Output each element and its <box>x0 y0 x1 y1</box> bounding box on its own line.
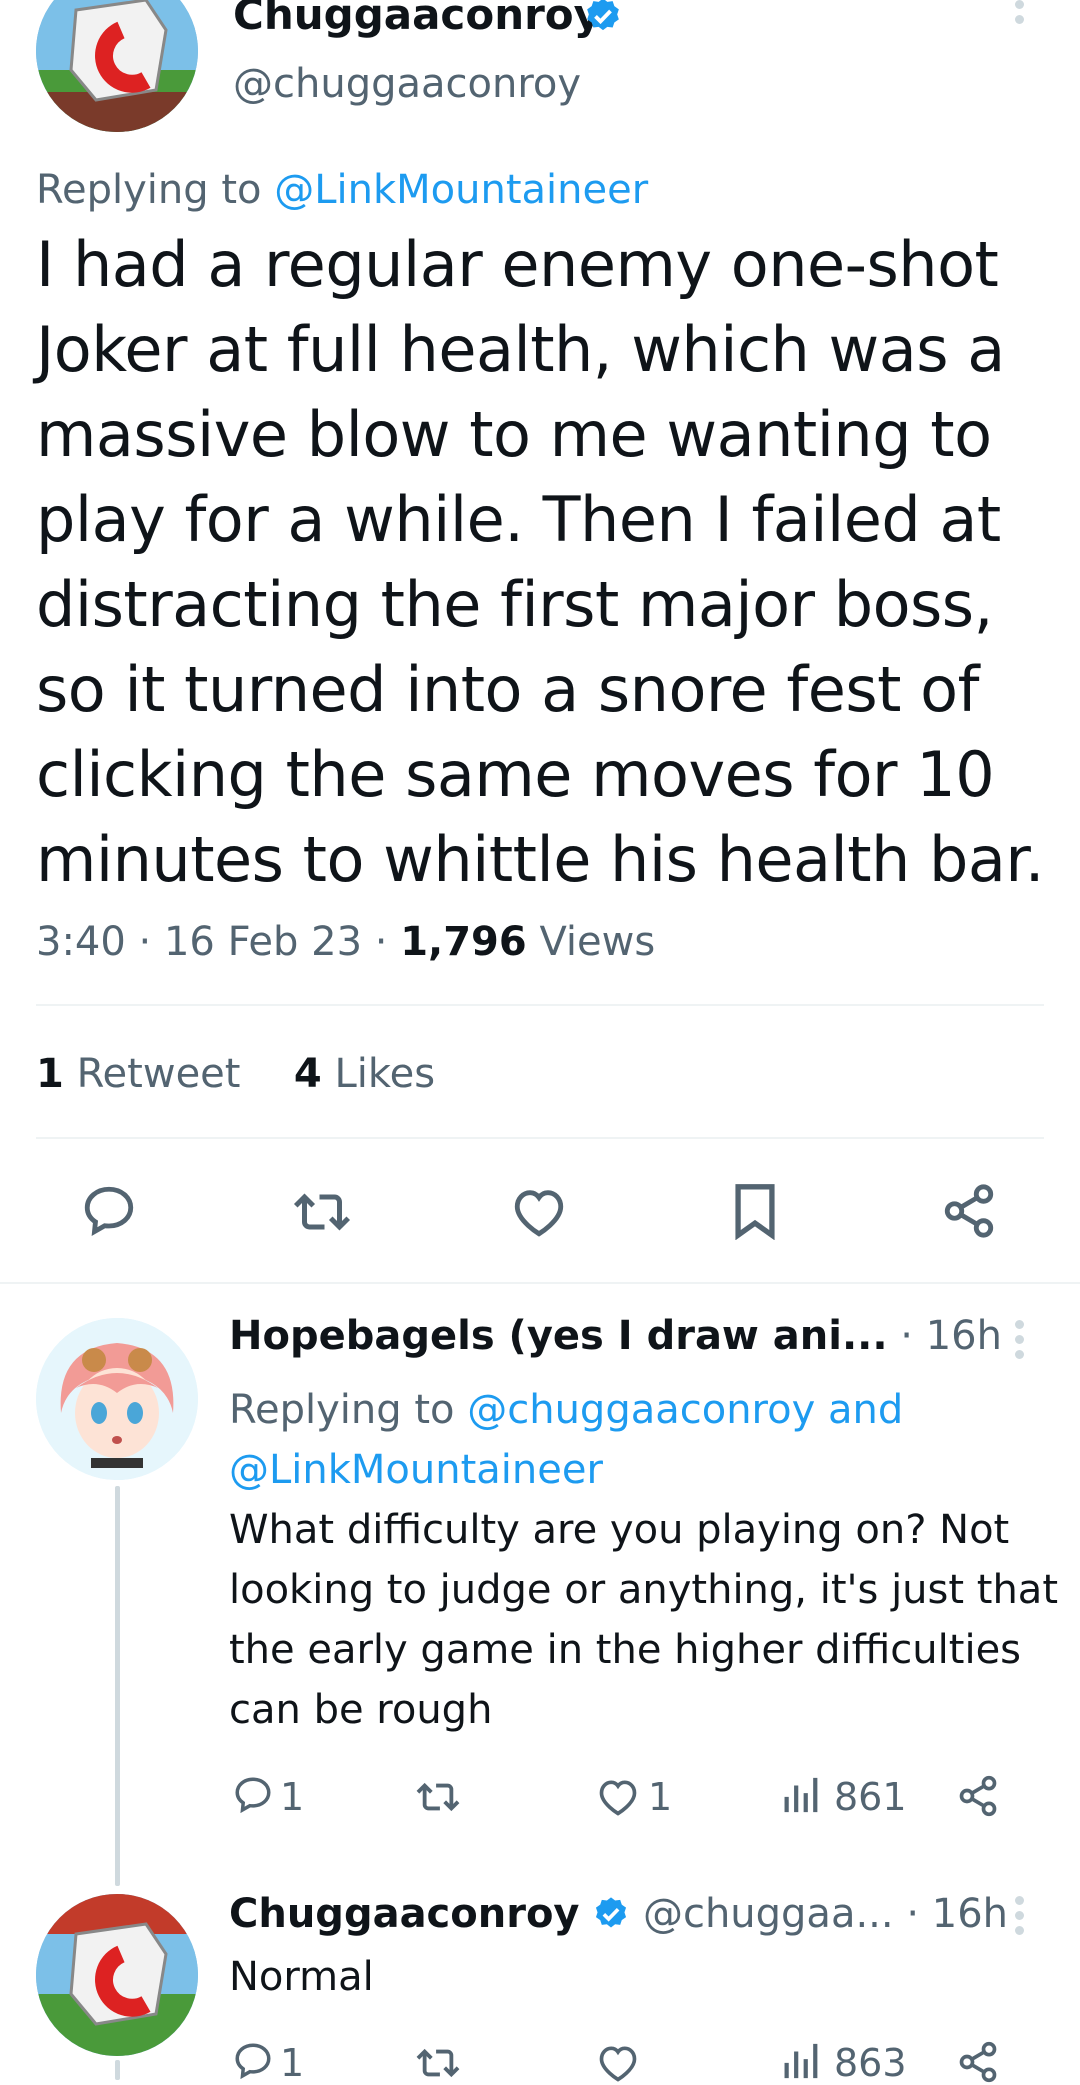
replying-prefix: Replying to <box>36 167 262 213</box>
tweet-line: Joker at full health, which was a <box>36 313 1005 386</box>
views-icon[interactable] <box>780 1774 820 1816</box>
more-options-icon[interactable] <box>1013 1896 1025 1941</box>
tweet-date[interactable]: 16 Feb 23 <box>164 919 362 965</box>
avatar-hopebagels[interactable] <box>36 1318 198 1480</box>
divider <box>36 1004 1044 1006</box>
avatar-chuggaaconroy[interactable] <box>36 0 198 132</box>
meta-separator: · <box>138 919 164 965</box>
reply-1-body: What difficulty are you playing on? Not … <box>229 1500 1059 1740</box>
retweet-icon[interactable] <box>292 1184 352 1240</box>
reply-1-like-count: 1 <box>648 1775 673 1819</box>
tweet-line: massive blow to me wanting to <box>36 398 992 471</box>
reply-2-handle[interactable]: @chuggaa... <box>643 1891 894 1937</box>
tweet-meta: 3:40 · 16 Feb 23 · 1,796 Views <box>36 922 655 962</box>
bookmark-icon[interactable] <box>730 1182 780 1240</box>
reply-line: What difficulty are you playing on? Not <box>229 1507 1010 1553</box>
reply-2-body: Normal <box>229 1954 374 2000</box>
reply-2-time[interactable]: · 16h <box>906 1891 1008 1937</box>
thread-connector <box>115 2060 120 2080</box>
reply-line: can be rough <box>229 1687 493 1733</box>
retweet-stat[interactable]: 1 Retweet <box>36 1051 253 1097</box>
reply-1-replying-link[interactable]: @LinkMountaineer <box>229 1440 903 1500</box>
views-label: Views <box>539 919 656 965</box>
tweet-line: I had a regular enemy one-shot <box>36 228 999 301</box>
reply-2-reply-count: 1 <box>280 2041 305 2085</box>
divider <box>0 1282 1080 1284</box>
tweet-line: play for a while. Then I failed at <box>36 483 1001 556</box>
thread-connector <box>115 1486 120 1886</box>
main-display-name[interactable]: Chuggaaconroy <box>233 0 601 36</box>
meta-separator: · <box>374 919 401 965</box>
reply-1-header: Hopebagels (yes I draw ani... · 16h <box>229 1316 1002 1356</box>
likes-stat[interactable]: 4 Likes <box>294 1051 435 1097</box>
avatar-chuggaaconroy[interactable] <box>36 1894 198 2056</box>
verified-badge-icon <box>583 0 623 40</box>
like-icon[interactable] <box>510 1184 568 1240</box>
like-icon[interactable] <box>596 1776 640 1818</box>
main-handle[interactable]: @chuggaaconroy <box>233 64 581 104</box>
more-options-icon[interactable] <box>1013 0 1025 30</box>
reply-line: the early game in the higher difficultie… <box>229 1627 1022 1673</box>
like-icon[interactable] <box>596 2042 640 2084</box>
reply-1-replying-prefix: Replying to <box>229 1387 455 1433</box>
more-options-icon[interactable] <box>1013 1320 1025 1365</box>
reply-icon[interactable] <box>232 1774 274 1816</box>
verified-badge-icon <box>592 1895 630 1940</box>
reply-1-replying-to: Replying to @chuggaaconroy and @LinkMoun… <box>229 1380 903 1500</box>
retweet-count: 1 <box>36 1051 64 1097</box>
tweet-time[interactable]: 3:40 <box>36 919 126 965</box>
reply-1-view-count: 861 <box>834 1775 907 1819</box>
reply-line: looking to judge or anything, it's just … <box>229 1567 1059 1613</box>
likes-count: 4 <box>293 1051 322 1097</box>
tweet-line: minutes to whittle his health bar. <box>36 823 1044 896</box>
share-icon[interactable] <box>940 1182 998 1240</box>
reply-2-view-count: 863 <box>834 2041 907 2085</box>
tweet-line: so it turned into a snore fest of <box>36 653 979 726</box>
retweet-icon[interactable] <box>414 1776 462 1818</box>
share-icon[interactable] <box>956 1774 1000 1818</box>
replying-to-line: Replying to @LinkMountaineer <box>36 170 648 210</box>
divider <box>36 1137 1044 1139</box>
reply-2-display-name[interactable]: Chuggaaconroy <box>229 1891 580 1937</box>
replying-to-link[interactable]: @LinkMountaineer <box>274 167 648 213</box>
tweet-line: clicking the same moves for 10 <box>36 738 995 811</box>
tweet-line: distracting the first major boss, <box>36 568 993 641</box>
reply-1-time[interactable]: · 16h <box>900 1313 1002 1359</box>
views-icon[interactable] <box>780 2040 820 2082</box>
tweet-body: I had a regular enemy one-shot Joker at … <box>36 222 1056 902</box>
retweet-icon[interactable] <box>414 2042 462 2084</box>
reply-1-reply-count: 1 <box>280 1775 305 1819</box>
retweet-label: Retweet <box>76 1051 241 1097</box>
reply-icon[interactable] <box>80 1182 138 1240</box>
engagement-counts: 1 Retweet 4 Likes <box>36 1054 435 1094</box>
likes-label: Likes <box>334 1051 436 1097</box>
views-count: 1,796 <box>400 919 527 965</box>
reply-2-header: Chuggaaconroy @chuggaa... · 16h <box>229 1894 1008 1940</box>
reply-1-display-name[interactable]: Hopebagels (yes I draw ani... <box>229 1313 888 1359</box>
share-icon[interactable] <box>956 2040 1000 2084</box>
reply-icon[interactable] <box>232 2040 274 2082</box>
reply-1-replying-link[interactable]: @chuggaaconroy and <box>467 1387 903 1433</box>
